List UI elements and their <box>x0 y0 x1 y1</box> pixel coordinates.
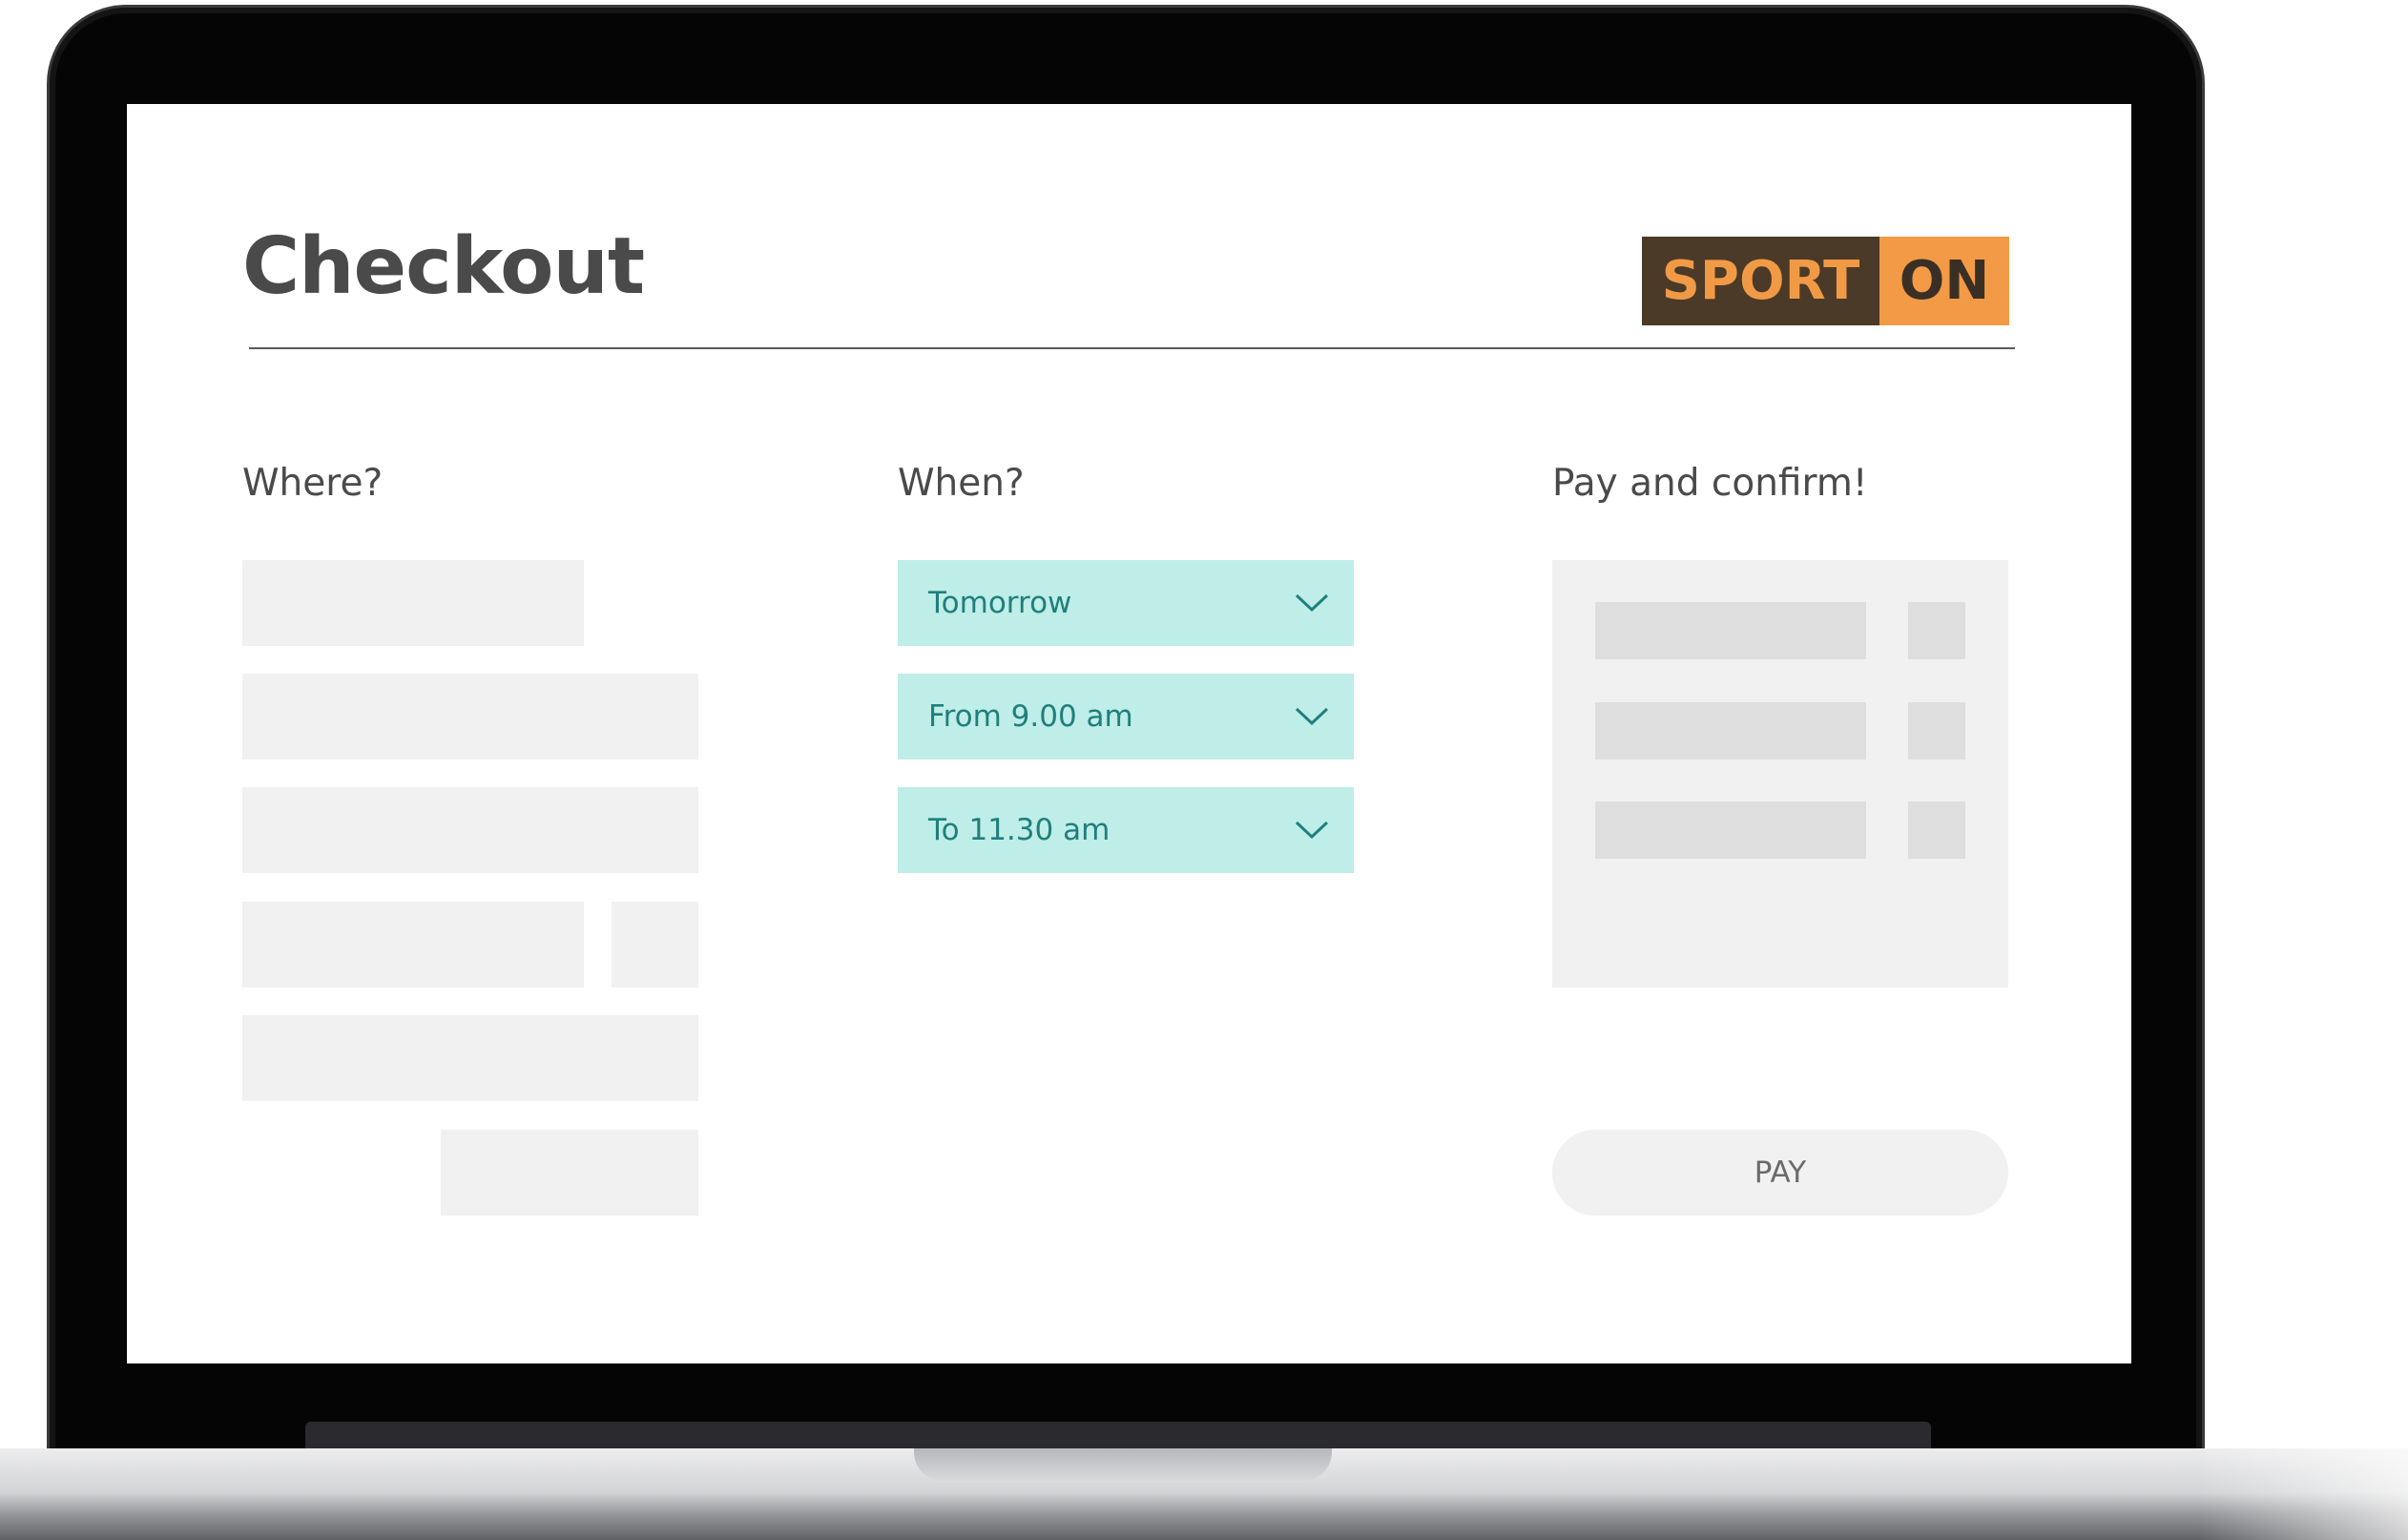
laptop-screen: Checkout SPORT ON Where? When? Tomorrow … <box>127 104 2131 1363</box>
order-summary <box>1552 560 2008 988</box>
where-field-5[interactable] <box>612 902 698 988</box>
laptop-hinge <box>305 1422 1931 1448</box>
summary-item-price <box>1908 702 1965 760</box>
pay-button[interactable]: PAY <box>1552 1130 2008 1216</box>
where-field-4[interactable] <box>242 902 584 988</box>
page-title: Checkout <box>242 221 645 312</box>
where-field-3[interactable] <box>242 787 698 873</box>
header-divider <box>249 347 2015 349</box>
brand-logo: SPORT ON <box>1642 237 2009 325</box>
start-time-select[interactable]: From 9.00 am <box>898 674 1354 760</box>
where-field-2[interactable] <box>242 674 698 760</box>
chevron-down-icon <box>1295 819 1329 842</box>
summary-item-label <box>1595 602 1866 659</box>
summary-item-label <box>1595 702 1866 760</box>
summary-item-price <box>1908 801 1965 859</box>
laptop-base-highlight <box>2198 1448 2408 1540</box>
summary-item-label <box>1595 801 1866 859</box>
brand-logo-on: ON <box>1879 237 2009 325</box>
day-select[interactable]: Tomorrow <box>898 560 1354 646</box>
end-time-select-value: To 11.30 am <box>928 813 1111 847</box>
when-heading: When? <box>898 462 1025 505</box>
where-heading: Where? <box>242 462 384 505</box>
pay-heading: Pay and confirm! <box>1552 462 1868 505</box>
where-field-1[interactable] <box>242 560 584 646</box>
chevron-down-icon <box>1295 705 1329 728</box>
laptop-notch <box>914 1448 1332 1481</box>
chevron-down-icon <box>1295 592 1329 614</box>
end-time-select[interactable]: To 11.30 am <box>898 787 1354 873</box>
start-time-select-value: From 9.00 am <box>928 699 1133 734</box>
where-field-6[interactable] <box>242 1015 698 1101</box>
brand-logo-sport: SPORT <box>1642 237 1879 325</box>
summary-item-price <box>1908 602 1965 659</box>
day-select-value: Tomorrow <box>928 586 1072 620</box>
where-submit-button[interactable] <box>441 1130 698 1216</box>
